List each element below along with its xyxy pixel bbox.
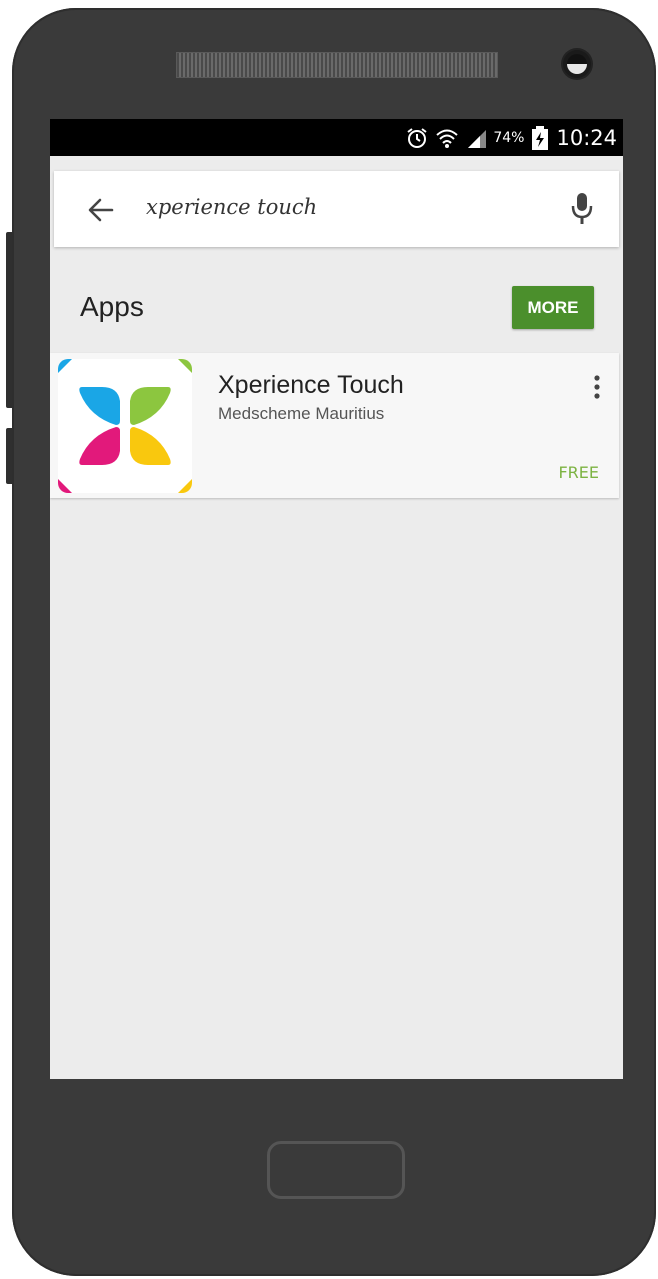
price-label: FREE (558, 463, 599, 482)
earpiece-speaker (176, 52, 498, 78)
screen: 74% 10:24 xperience touch Apps MORE Xper… (50, 119, 623, 1079)
clock: 10:24 (556, 125, 617, 150)
wifi-icon (436, 129, 459, 148)
more-vert-icon[interactable] (590, 373, 604, 403)
app-developer: Medscheme Mauritius (218, 404, 385, 423)
app-logo-icon (58, 359, 192, 493)
microphone-icon[interactable] (569, 191, 595, 227)
signal-icon (468, 129, 487, 148)
more-button[interactable]: MORE (512, 286, 594, 329)
search-bar[interactable]: xperience touch (54, 171, 619, 247)
search-input[interactable]: xperience touch (146, 195, 317, 219)
alarm-icon (407, 127, 427, 148)
app-result-card[interactable]: Xperience Touch Medscheme Mauritius FREE (50, 353, 619, 498)
status-bar: 74% 10:24 (50, 119, 623, 156)
battery-charging-icon (532, 125, 549, 150)
home-button[interactable] (267, 1141, 405, 1199)
battery-percent: 74% (493, 129, 525, 146)
front-camera (563, 50, 591, 78)
section-title: Apps (80, 291, 144, 322)
arrow-left-icon[interactable] (86, 195, 116, 225)
app-name: Xperience Touch (218, 371, 404, 399)
